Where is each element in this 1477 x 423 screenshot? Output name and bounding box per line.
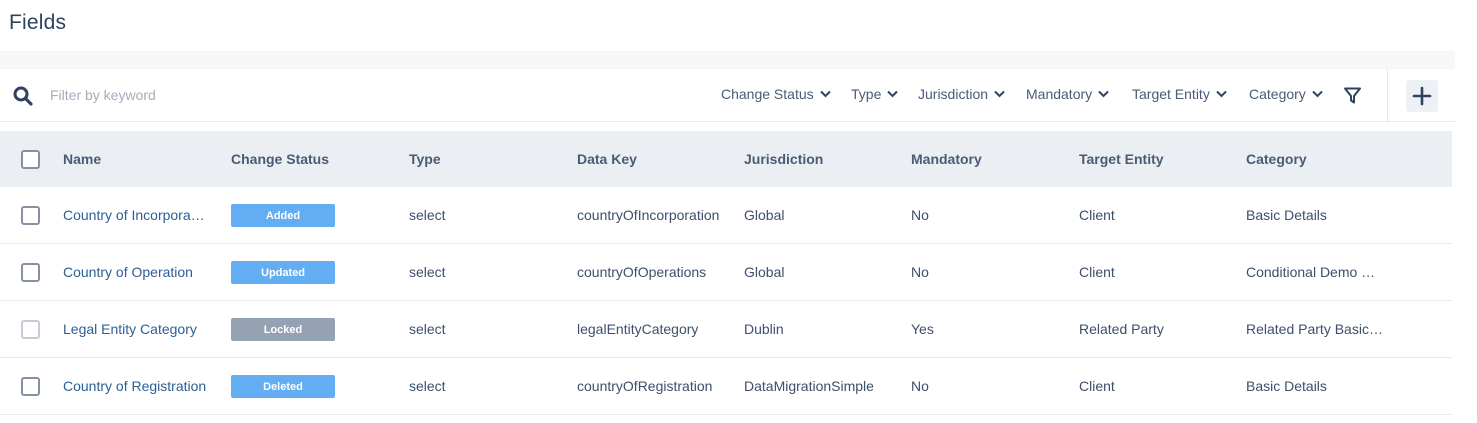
column-header-type[interactable]: Type (409, 151, 441, 167)
status-badge: Added (231, 204, 335, 227)
filter-category-dropdown[interactable]: Category (1249, 86, 1323, 102)
status-badge: Locked (231, 318, 335, 341)
category-cell: Basic Details (1246, 378, 1327, 394)
column-header-mandatory[interactable]: Mandatory (911, 151, 982, 167)
table-row[interactable]: Country of Registration Deleted select coun… (0, 358, 1452, 415)
column-header-category[interactable]: Category (1246, 151, 1307, 167)
data-key-cell: countryOfOperations (577, 264, 707, 280)
jurisdiction-cell: DataMigrationSimple (744, 378, 874, 394)
column-header-change-status[interactable]: Change Status (231, 151, 329, 167)
mandatory-cell: No (911, 264, 929, 280)
row-checkbox[interactable] (21, 206, 40, 225)
mandatory-cell: Yes (911, 321, 934, 337)
search-icon (13, 86, 33, 106)
filter-toolbar: Change Status Type Jurisdiction Mandator… (0, 69, 1455, 122)
table-row[interactable]: Country of Incorporation Added select count… (0, 187, 1452, 244)
category-cell: Related Party Basic Details (1246, 321, 1386, 337)
mandatory-cell: No (911, 378, 929, 394)
target-entity-cell: Related Party (1079, 321, 1164, 337)
jurisdiction-cell: Dublin (744, 321, 784, 337)
filter-funnel-icon[interactable] (1343, 86, 1362, 105)
field-name-link[interactable]: Country of Incorporation (63, 207, 208, 223)
data-key-cell: countryOfRegistration (577, 378, 713, 394)
chevron-down-icon (1312, 90, 1323, 98)
type-cell: select (409, 207, 446, 223)
status-badge: Updated (231, 261, 335, 284)
filter-label: Jurisdiction (918, 86, 989, 102)
field-name-link[interactable]: Country of Registration (63, 378, 206, 394)
status-badge: Deleted (231, 375, 335, 398)
filter-label: Target Entity (1132, 86, 1210, 102)
right-rail (1455, 0, 1477, 423)
mandatory-cell: No (911, 207, 929, 223)
field-name-link[interactable]: Legal Entity Category (63, 321, 197, 337)
filter-label: Mandatory (1026, 86, 1093, 102)
column-header-name[interactable]: Name (63, 151, 101, 167)
page-header: Fields (0, 0, 1455, 51)
category-cell: Basic Details (1246, 207, 1327, 223)
add-field-button[interactable] (1406, 80, 1438, 112)
target-entity-cell: Client (1079, 378, 1115, 394)
fields-table: Name Change Status Type Data Key Jurisdi… (0, 131, 1452, 415)
row-checkbox[interactable] (21, 377, 40, 396)
plus-icon (1412, 86, 1432, 106)
select-all-checkbox[interactable] (21, 150, 40, 169)
toolbar-divider (1387, 69, 1388, 122)
target-entity-cell: Client (1079, 264, 1115, 280)
header-gap (0, 51, 1455, 69)
page-title: Fields (9, 11, 67, 34)
row-checkbox (21, 320, 40, 339)
filter-label: Category (1249, 86, 1306, 102)
table-row[interactable]: Legal Entity Category Locked select legalEn… (0, 301, 1452, 358)
column-header-jurisdiction[interactable]: Jurisdiction (744, 151, 823, 167)
data-key-cell: legalEntityCategory (577, 321, 699, 337)
chevron-down-icon (1216, 90, 1227, 98)
table-header: Name Change Status Type Data Key Jurisdi… (0, 131, 1452, 187)
column-header-target-entity[interactable]: Target Entity (1079, 151, 1164, 167)
data-key-cell: countryOfIncorporation (577, 207, 720, 223)
filter-change-status-dropdown[interactable]: Change Status (721, 86, 831, 102)
column-header-data-key[interactable]: Data Key (577, 151, 637, 167)
search-input[interactable] (50, 84, 350, 106)
filter-jurisdiction-dropdown[interactable]: Jurisdiction (918, 86, 1005, 102)
row-checkbox[interactable] (21, 263, 40, 282)
filter-label: Change Status (721, 86, 814, 102)
chevron-down-icon (1098, 90, 1109, 98)
filter-mandatory-dropdown[interactable]: Mandatory (1026, 86, 1109, 102)
filter-label: Type (851, 86, 882, 102)
filter-type-dropdown[interactable]: Type (851, 86, 899, 102)
chevron-down-icon (819, 90, 831, 98)
type-cell: select (409, 378, 446, 394)
filter-target-entity-dropdown[interactable]: Target Entity (1132, 86, 1227, 102)
type-cell: select (409, 321, 446, 337)
chevron-down-icon (887, 90, 899, 98)
jurisdiction-cell: Global (744, 207, 785, 223)
type-cell: select (409, 264, 446, 280)
target-entity-cell: Client (1079, 207, 1115, 223)
field-name-link[interactable]: Country of Operation (63, 264, 193, 280)
jurisdiction-cell: Global (744, 264, 785, 280)
chevron-down-icon (994, 90, 1005, 98)
table-row[interactable]: Country of Operation Updated select country… (0, 244, 1452, 301)
category-cell: Conditional Demo One (1246, 264, 1386, 280)
